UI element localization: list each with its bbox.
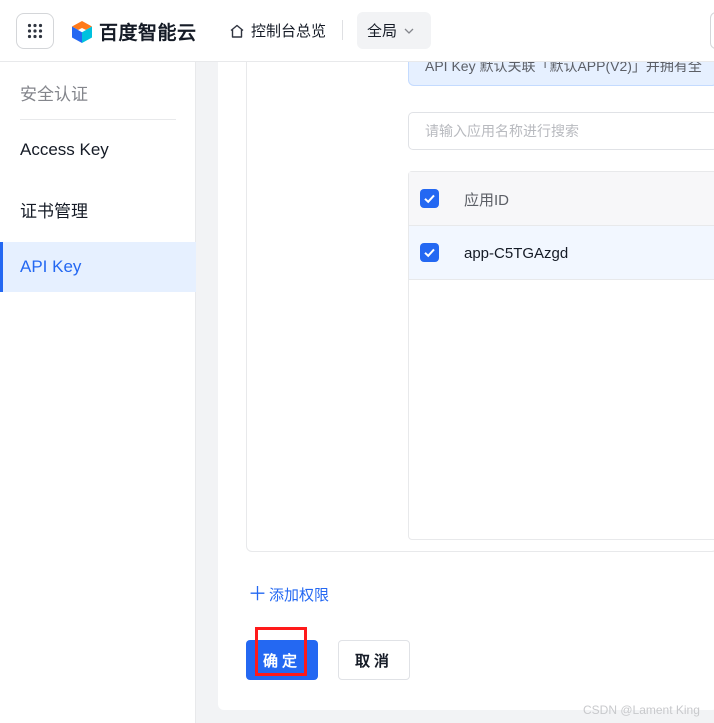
sidebar-divider xyxy=(20,119,176,120)
header-right-control[interactable] xyxy=(710,12,714,49)
app-launcher-button[interactable] xyxy=(16,13,54,49)
grid-icon xyxy=(27,23,43,39)
info-notice: API Key 默认关联「默认APP(V2)」并拥有全 xyxy=(408,62,714,86)
sidebar-item-label: API Key xyxy=(20,257,82,276)
console-home-link[interactable]: 控制台总览 xyxy=(229,20,326,41)
main-panel: API Key 默认关联「默认APP(V2)」并拥有全 请输入应用名称进行搜索 … xyxy=(218,62,714,710)
chevron-down-icon xyxy=(404,28,414,34)
brand-cube-icon xyxy=(72,20,92,43)
sidebar-item-api-key[interactable]: API Key xyxy=(0,242,196,292)
sidebar-title: 安全认证 xyxy=(20,85,88,104)
region-label: 全局 xyxy=(367,23,398,40)
app-table: 应用ID app-C5TGAzgd xyxy=(408,171,714,540)
brand-logo[interactable]: 百度智能云 xyxy=(71,18,197,45)
table-header: 应用ID xyxy=(409,172,714,226)
home-icon xyxy=(230,24,244,38)
brand-name: 百度智能云 xyxy=(99,23,197,44)
region-selector[interactable]: 全局 xyxy=(357,12,431,49)
plus-icon: ＋ xyxy=(248,584,268,605)
top-header: 百度智能云 控制台总览 全局 xyxy=(0,0,714,62)
select-all-checkbox[interactable] xyxy=(420,189,439,208)
cancel-button[interactable]: 取消 xyxy=(338,640,410,680)
app-search-input[interactable]: 请输入应用名称进行搜索 xyxy=(408,112,714,150)
add-permission-label: 添加权限 xyxy=(269,587,330,604)
row-checkbox[interactable] xyxy=(420,243,439,262)
sidebar-item-certificates[interactable]: 证书管理 xyxy=(0,184,196,234)
search-placeholder: 请输入应用名称进行搜索 xyxy=(425,123,579,139)
column-header-app-id: 应用ID xyxy=(464,191,510,209)
sidebar-item-label: 证书管理 xyxy=(20,201,88,221)
watermark: CSDN @Lament King xyxy=(583,703,700,717)
sidebar: 安全认证 Access Key 证书管理 API Key xyxy=(0,62,196,723)
home-link-label: 控制台总览 xyxy=(251,23,327,40)
check-icon xyxy=(424,194,435,204)
sidebar-item-access-key[interactable]: Access Key xyxy=(0,125,196,175)
header-divider xyxy=(342,20,343,40)
sidebar-item-label: Access Key xyxy=(20,140,109,159)
check-icon xyxy=(424,248,435,258)
add-permission-link[interactable]: ＋ 添加权限 xyxy=(248,584,329,605)
table-row[interactable]: app-C5TGAzgd xyxy=(409,226,714,280)
confirm-button[interactable]: 确定 xyxy=(246,640,318,680)
notice-text: API Key 默认关联「默认APP(V2)」并拥有全 xyxy=(425,62,702,74)
app-id-cell: app-C5TGAzgd xyxy=(464,244,569,262)
